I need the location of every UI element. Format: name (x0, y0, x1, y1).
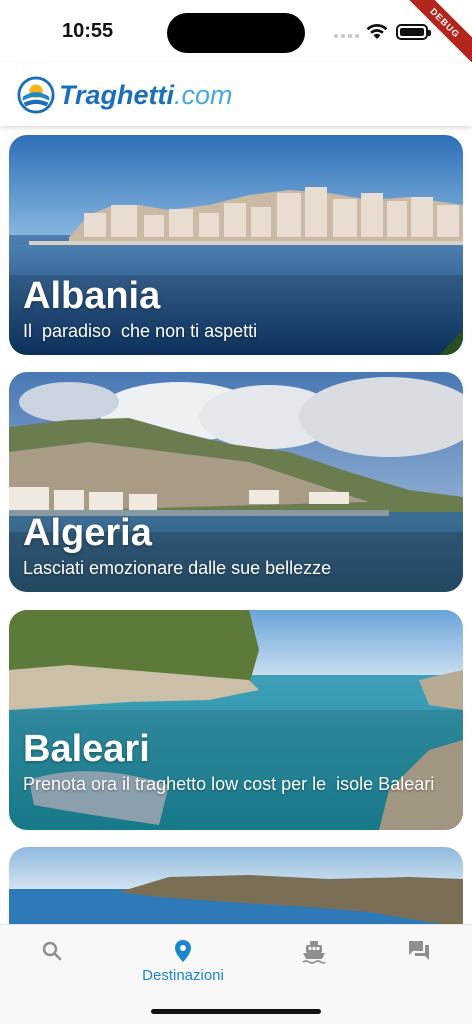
nav-chat[interactable] (374, 939, 464, 995)
nav-label: Destinazioni (142, 967, 224, 984)
nav-ferry[interactable] (269, 939, 359, 995)
nav-destinazioni[interactable]: Destinazioni (138, 939, 228, 995)
search-icon (42, 941, 62, 961)
app-header: Traghetti.com (0, 62, 472, 126)
battery-icon (396, 24, 431, 40)
home-indicator[interactable] (151, 1009, 321, 1014)
logo-text-bold: Traghetti (59, 79, 175, 110)
traghetti-logo[interactable]: Traghetti.com (17, 76, 233, 114)
status-bar: 10:55 DEBUG (0, 0, 472, 69)
destination-subtitle: Prenota ora il traghetto low cost per le… (23, 774, 435, 794)
location-pin-icon (175, 940, 191, 962)
baleari-photo (9, 610, 463, 830)
next-destination-photo (9, 847, 463, 924)
destination-card-next[interactable] (9, 847, 463, 924)
ferry-icon (302, 941, 326, 964)
status-time: 10:55 (62, 20, 114, 42)
destination-card-baleari[interactable]: Baleari Prenota ora il traghetto low cos… (9, 610, 463, 830)
destination-title: Algeria (23, 512, 152, 554)
dynamic-island (167, 13, 305, 53)
nav-search[interactable] (7, 939, 97, 995)
destination-subtitle: Il paradiso che non ti aspetti (23, 321, 258, 341)
wifi-icon (366, 24, 388, 39)
logo-text-light: .com (174, 79, 233, 110)
destination-card-albania[interactable]: Albania Il paradiso che non ti aspetti (9, 135, 463, 355)
chat-icon (409, 941, 429, 960)
destination-card-algeria[interactable]: Algeria Lasciati emozionare dalle sue be… (9, 372, 463, 592)
destination-list[interactable]: Albania Il paradiso che non ti aspetti A… (0, 126, 472, 924)
destination-title: Baleari (23, 728, 150, 770)
cellular-signal-icon (334, 34, 359, 38)
logo-mark-icon (17, 76, 55, 114)
destination-title: Albania (23, 275, 161, 317)
app-screen: 10:55 DEBUG Traghetti.com Albania Il par… (0, 0, 472, 1024)
destination-subtitle: Lasciati emozionare dalle sue bellezze (23, 558, 332, 578)
logo-text: Traghetti.com (59, 80, 233, 111)
